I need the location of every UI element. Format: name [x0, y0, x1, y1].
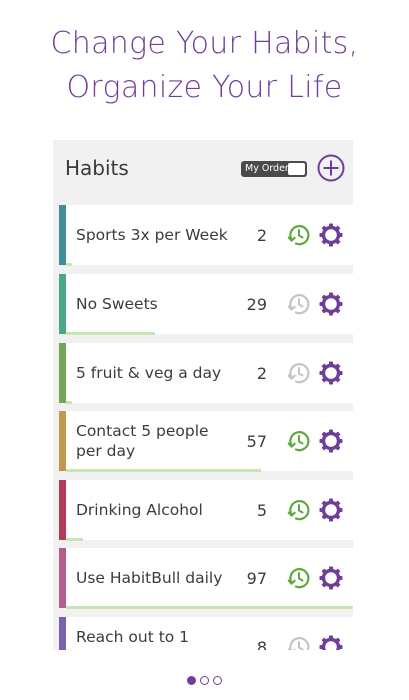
habit-name: Drinking Alcohol: [76, 501, 203, 519]
reminder-clock-icon[interactable]: [287, 498, 311, 522]
habit-progress-bar: [66, 401, 353, 404]
habit-progress-fill: [66, 401, 72, 404]
habit-row[interactable]: Use HabitBull daily 97: [59, 548, 353, 609]
habit-color-bar: [59, 480, 66, 540]
gear-icon[interactable]: [318, 497, 344, 523]
habit-row[interactable]: Drinking Alcohol 5: [59, 480, 353, 541]
habit-streak-count: 97: [246, 568, 267, 588]
gear-icon[interactable]: [318, 222, 344, 248]
reminder-clock-icon[interactable]: [287, 429, 311, 453]
my-order-toggle[interactable]: My Order: [241, 161, 307, 177]
habit-name: 5 fruit & veg a day: [76, 364, 222, 382]
gear-icon[interactable]: [318, 360, 344, 386]
habit-color-bar: [59, 274, 66, 334]
habit-progress-bar: [66, 606, 353, 609]
habit-progress-fill: [66, 538, 84, 541]
habit-row[interactable]: No Sweets 29: [59, 274, 353, 335]
panel-title: Habits: [65, 156, 129, 180]
gear-icon[interactable]: [318, 291, 344, 317]
habit-progress-fill: [66, 606, 353, 609]
toggle-knob: [288, 163, 305, 175]
habit-streak-count: 57: [246, 431, 267, 451]
habit-streak-count: 2: [256, 363, 267, 383]
habit-color-bar: [59, 617, 66, 650]
habit-streak-count: 5: [256, 500, 267, 520]
habit-streak-count: 8: [256, 637, 267, 651]
page-dot[interactable]: [187, 676, 196, 685]
page-dot[interactable]: [213, 676, 222, 685]
habit-name: Contact 5 people per day: [76, 422, 209, 460]
habit-color-bar: [59, 343, 66, 403]
habit-row[interactable]: 5 fruit & veg a day 2: [59, 343, 353, 404]
habit-streak-count: 2: [256, 225, 267, 245]
habit-name: Reach out to 1 person per day: [76, 628, 193, 650]
reminder-clock-icon[interactable]: [287, 292, 311, 316]
headline-line-1: Change Your Habits,: [50, 26, 359, 61]
page-dot[interactable]: [200, 676, 209, 685]
habit-streak-count: 29: [246, 294, 267, 314]
habit-color-bar: [59, 548, 66, 608]
gear-icon[interactable]: [318, 428, 344, 454]
gear-icon[interactable]: [318, 634, 344, 650]
habit-progress-fill: [66, 332, 155, 335]
habit-row[interactable]: Reach out to 1 person per day 8: [59, 617, 353, 650]
habit-progress-bar: [66, 332, 353, 335]
habit-progress-fill: [66, 469, 262, 472]
habit-name: Use HabitBull daily: [76, 569, 223, 587]
reminder-clock-icon[interactable]: [287, 635, 311, 650]
reminder-clock-icon[interactable]: [287, 223, 311, 247]
habit-color-bar: [59, 411, 66, 471]
habit-progress-fill: [66, 263, 72, 266]
habit-progress-bar: [66, 469, 353, 472]
plus-circle-icon[interactable]: [317, 154, 345, 182]
reminder-clock-icon[interactable]: [287, 566, 311, 590]
page-indicator: [0, 676, 409, 690]
habit-color-bar: [59, 205, 66, 265]
habit-progress-bar: [66, 263, 353, 266]
habit-name: Sports 3x per Week: [76, 226, 228, 244]
habits-panel: Habits My Order Sports 3x per Week 2 No Sw…: [53, 140, 353, 650]
panel-header: Habits My Order: [53, 140, 353, 200]
habit-row[interactable]: Sports 3x per Week 2: [59, 205, 353, 266]
habit-progress-bar: [66, 538, 353, 541]
headline-line-2: Organize Your Life: [66, 70, 343, 105]
my-order-label: My Order: [245, 163, 289, 174]
habit-row[interactable]: Contact 5 people per day 57: [59, 411, 353, 472]
gear-icon[interactable]: [318, 565, 344, 591]
headline: Change Your Habits, Organize Your Life: [0, 22, 409, 110]
habit-name: No Sweets: [76, 295, 158, 313]
reminder-clock-icon[interactable]: [287, 361, 311, 385]
